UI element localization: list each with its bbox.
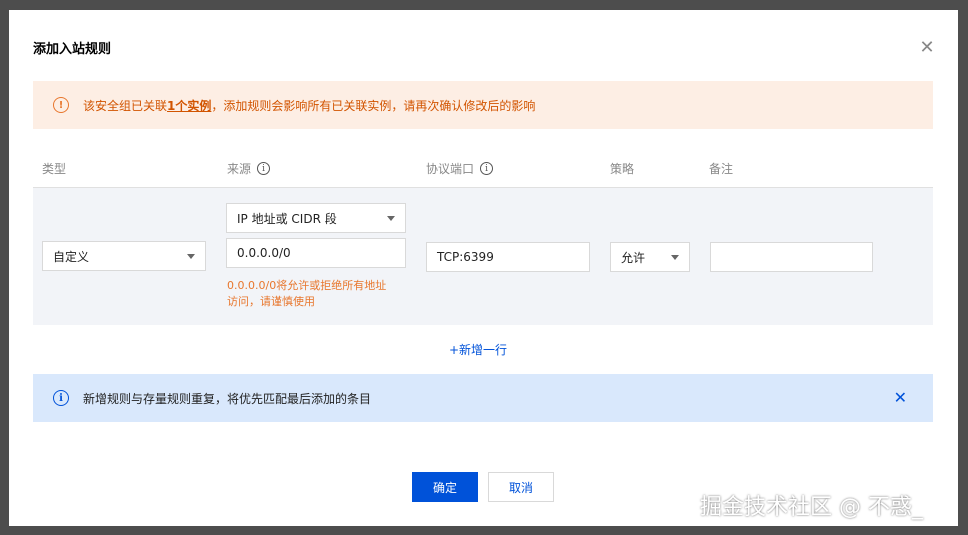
chevron-down-icon bbox=[387, 216, 395, 221]
column-header-source: 来源 i bbox=[227, 160, 271, 177]
warning-text-before: 该安全组已关联 bbox=[83, 98, 168, 113]
cancel-button[interactable]: 取消 bbox=[488, 472, 554, 502]
close-icon[interactable]: ✕ bbox=[917, 38, 937, 58]
chevron-down-icon bbox=[187, 254, 195, 259]
watermark: 掘金技术社区 @ 不惑_ bbox=[700, 495, 923, 520]
info-alert: i 新增规则与存量规则重复，将优先匹配最后添加的条目 ✕ bbox=[33, 374, 933, 422]
protocol-port-input[interactable]: TCP:6399 bbox=[426, 242, 590, 272]
dialog-title: 添加入站规则 bbox=[33, 42, 112, 57]
warning-alert: ! 该安全组已关联 1个实例 ，添加规则会影响所有已关联实例，请再次确认修改后的… bbox=[33, 81, 933, 129]
close-icon[interactable]: ✕ bbox=[894, 388, 907, 407]
info-icon: i bbox=[53, 390, 69, 406]
remark-input[interactable] bbox=[710, 242, 873, 272]
column-header-remark: 备注 bbox=[709, 162, 734, 176]
warning-icon: ! bbox=[53, 97, 69, 113]
info-alert-text: 新增规则与存量规则重复，将优先匹配最后添加的条目 bbox=[83, 391, 372, 406]
type-select[interactable]: 自定义 bbox=[42, 241, 206, 271]
confirm-button[interactable]: 确定 bbox=[412, 472, 478, 502]
column-header-protocol-port: 协议端口 i bbox=[426, 160, 494, 177]
protocol-port-info-icon[interactable]: i bbox=[480, 162, 494, 175]
source-type-select[interactable]: IP 地址或 CIDR 段 bbox=[226, 203, 406, 233]
source-warning-hint: 0.0.0.0/0将允许或拒绝所有地址访问，请谨慎使用 bbox=[227, 279, 387, 308]
associated-instances-link[interactable]: 1个实例 bbox=[167, 97, 211, 114]
warning-text-after: ，添加规则会影响所有已关联实例，请再次确认修改后的影响 bbox=[211, 98, 536, 113]
column-header-policy: 策略 bbox=[610, 162, 635, 176]
add-row-link[interactable]: +新增一行 bbox=[449, 341, 507, 358]
source-input[interactable]: 0.0.0.0/0 bbox=[226, 238, 406, 268]
column-header-type: 类型 bbox=[42, 162, 67, 176]
chevron-down-icon bbox=[671, 255, 679, 260]
add-inbound-rule-dialog: 添加入站规则 ✕ ! 该安全组已关联 1个实例 ，添加规则会影响所有已关联实例，… bbox=[9, 10, 958, 526]
source-info-icon[interactable]: i bbox=[257, 162, 271, 175]
policy-select[interactable]: 允许 bbox=[610, 242, 690, 272]
